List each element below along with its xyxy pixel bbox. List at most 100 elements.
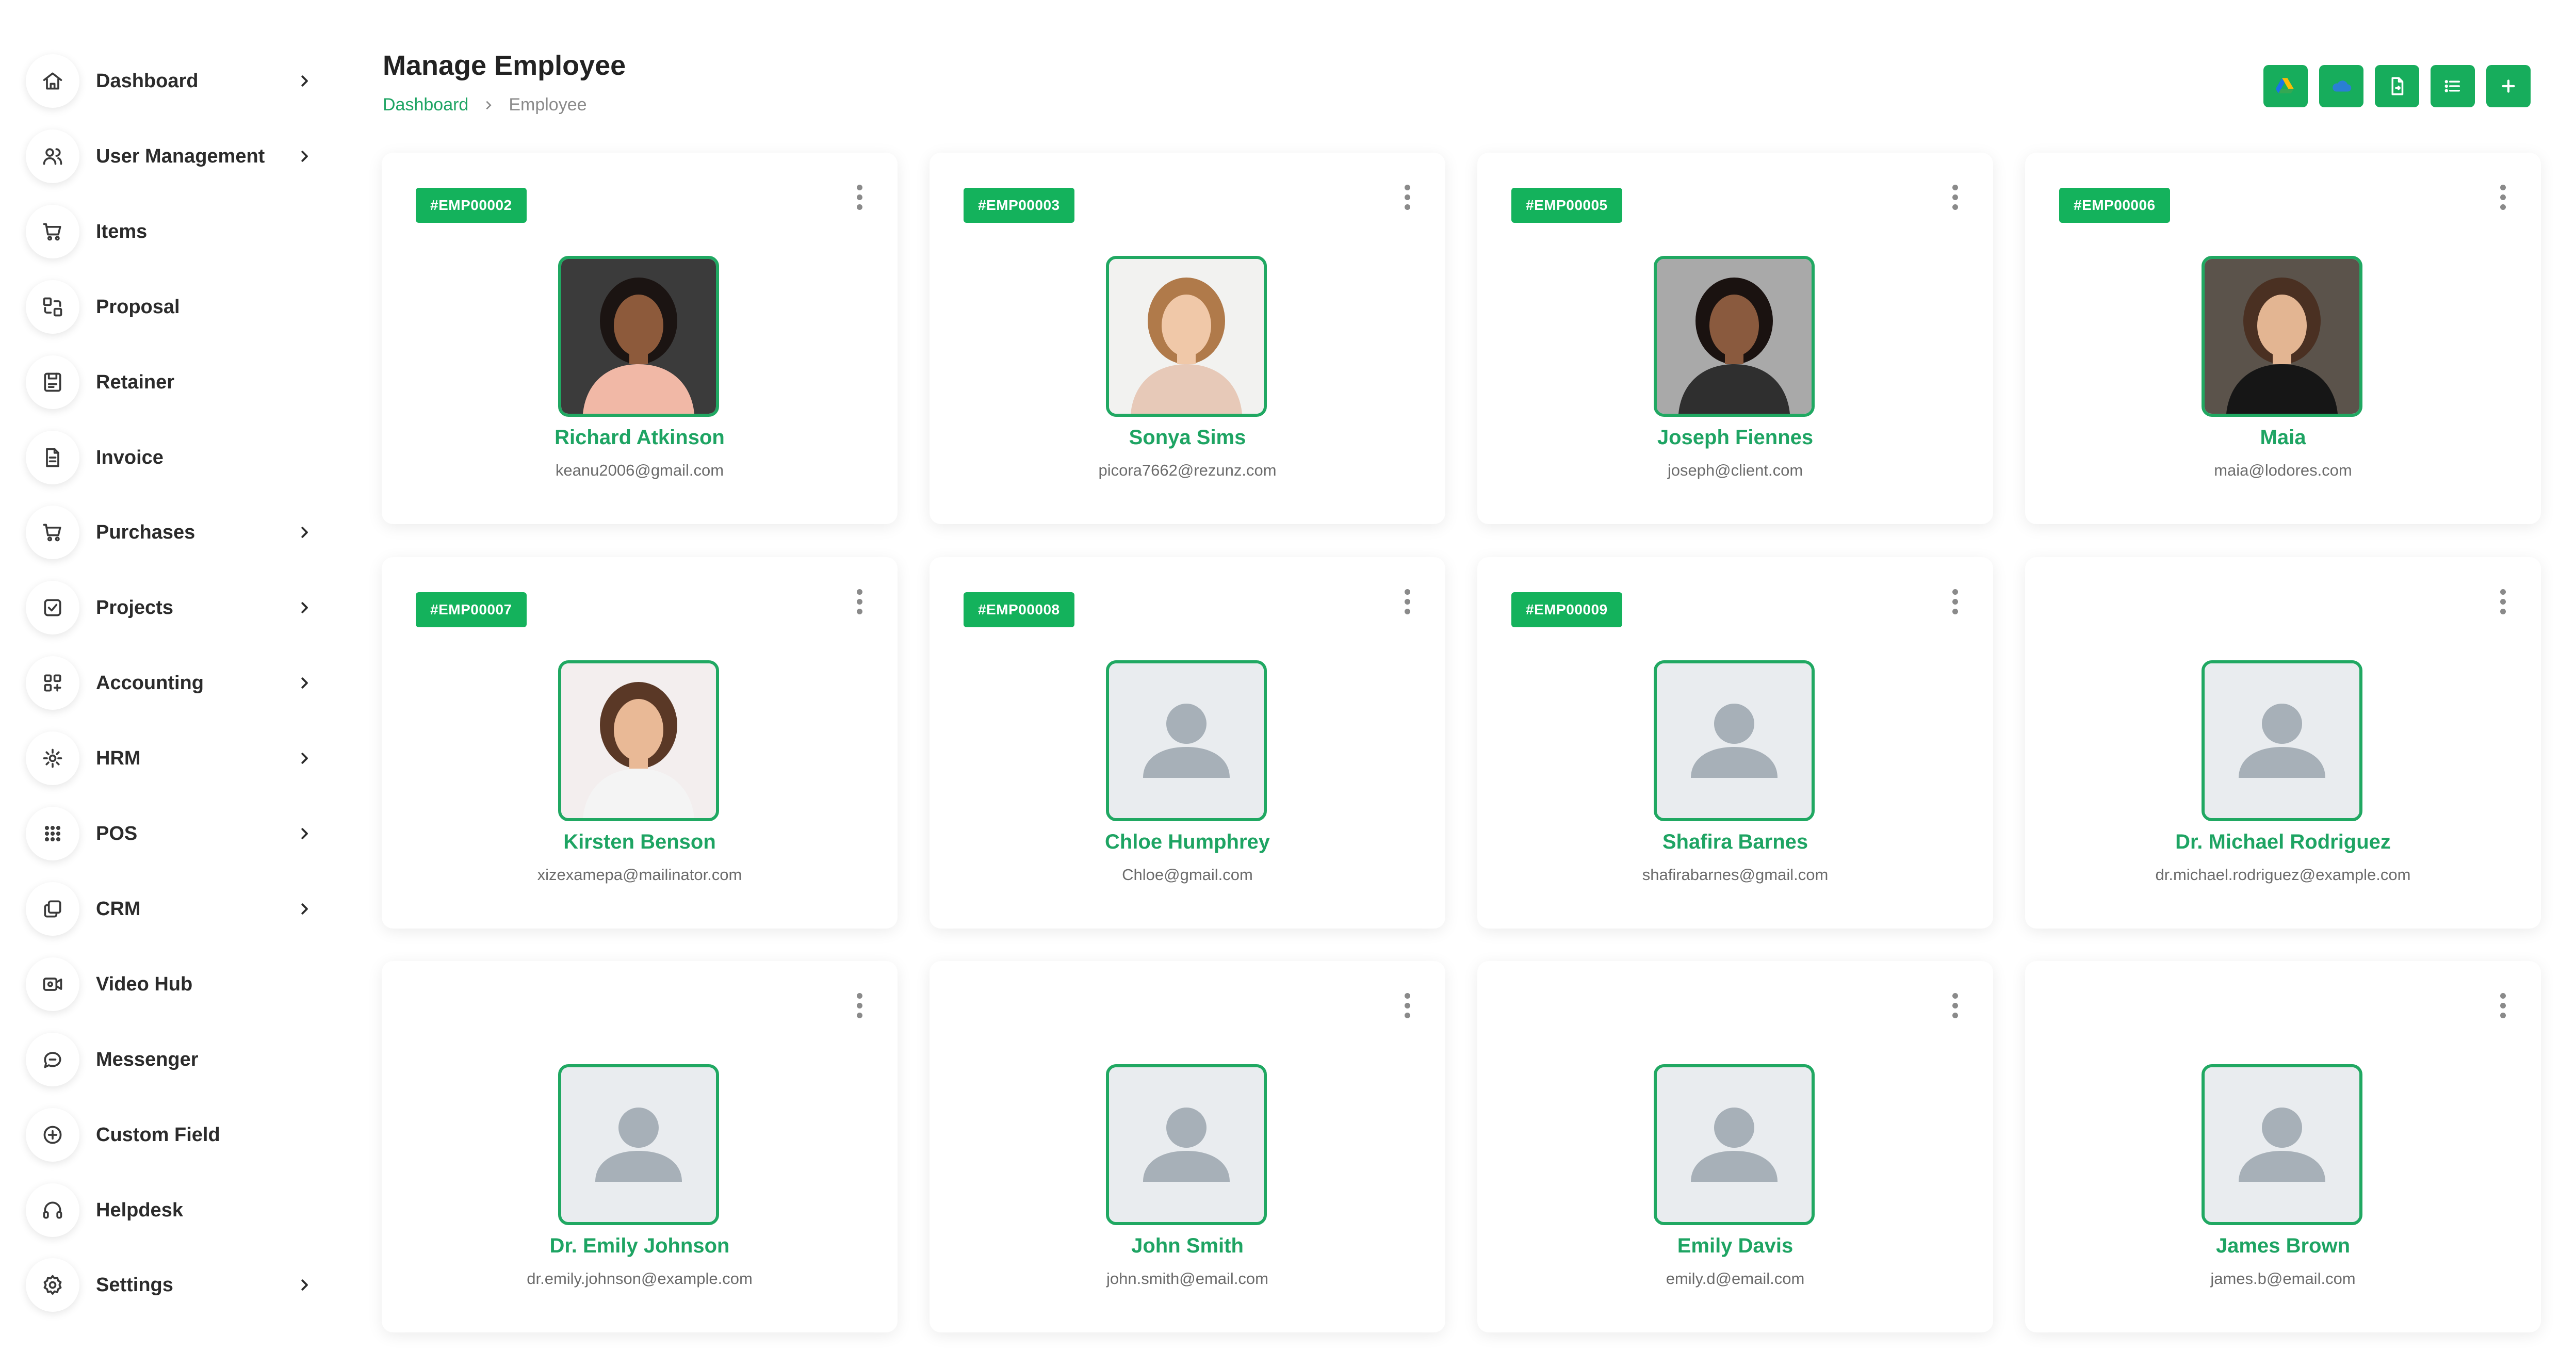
employee-name[interactable]: Shafira Barnes — [1477, 831, 1993, 854]
onedrive-button[interactable] — [2319, 65, 2363, 107]
chevron-right-icon[interactable] — [294, 71, 315, 91]
chevron-right-icon[interactable] — [294, 146, 315, 167]
employee-name[interactable]: Dr. Michael Rodriguez — [2025, 831, 2541, 854]
sidebar-item-label: POS — [96, 822, 138, 844]
sidebar-item-retainer[interactable]: Retainer — [26, 354, 315, 411]
chevron-right-icon[interactable] — [294, 748, 315, 769]
headset-icon — [26, 1183, 79, 1237]
chat-icon — [26, 1033, 79, 1086]
list-view-button[interactable] — [2431, 65, 2475, 107]
sidebar-item-dashboard[interactable]: Dashboard — [26, 53, 315, 109]
employee-id-badge[interactable]: #EMP00002 — [416, 188, 527, 223]
employee-card[interactable]: #EMP00007 Kirsten Benson xizexamepa@mailin… — [382, 557, 898, 929]
toolbar-actions — [2263, 65, 2531, 107]
employee-card[interactable]: Dr. Michael Rodriguez dr.michael.rodrigue… — [2025, 557, 2541, 929]
export-button[interactable] — [2375, 65, 2419, 107]
employee-name[interactable]: Joseph Fiennes — [1477, 426, 1993, 449]
more-options-icon[interactable] — [1397, 586, 1417, 617]
sidebar-item-purchases[interactable]: Purchases — [26, 504, 315, 561]
employee-name[interactable]: Sonya Sims — [930, 426, 1445, 449]
employee-card[interactable]: #EMP00006 Maia maia@lodores.com — [2025, 153, 2541, 524]
list-view-icon — [2444, 80, 2460, 92]
employee-card[interactable]: #EMP00002 Richard Atkinson keanu2006@gmail… — [382, 153, 898, 524]
more-options-icon[interactable] — [849, 182, 870, 213]
sidebar-item-crm[interactable]: CRM — [26, 881, 315, 937]
employee-card[interactable]: #EMP00008 Chloe Humphrey Chloe@gmail.com — [930, 557, 1445, 929]
employee-name[interactable]: Dr. Emily Johnson — [382, 1234, 898, 1258]
employee-photo — [561, 663, 716, 818]
employee-card[interactable]: Emily Davis emily.d@email.com — [1477, 961, 1993, 1332]
employee-card[interactable]: James Brown james.b@email.com — [2025, 961, 2541, 1332]
video-icon — [26, 957, 79, 1011]
chevron-right-icon[interactable] — [294, 597, 315, 618]
employee-card[interactable]: Dr. Emily Johnson dr.emily.johnson@exampl… — [382, 961, 898, 1332]
sidebar-item-hrm[interactable]: HRM — [26, 730, 315, 787]
employee-avatar — [1654, 660, 1815, 821]
sidebar-item-pos[interactable]: POS — [26, 805, 315, 862]
employee-photo — [2205, 259, 2359, 414]
more-options-icon[interactable] — [849, 990, 870, 1021]
chevron-right-icon[interactable] — [294, 673, 315, 693]
employee-id-badge[interactable]: #EMP00003 — [964, 188, 1074, 223]
chevron-right-icon — [483, 100, 494, 111]
sidebar-item-messenger[interactable]: Messenger — [26, 1031, 315, 1088]
home-icon — [26, 54, 79, 108]
more-options-icon[interactable] — [849, 586, 870, 617]
employee-card[interactable]: #EMP00005 Joseph Fiennes joseph@client.com — [1477, 153, 1993, 524]
breadcrumb: Dashboard Employee — [383, 95, 587, 115]
sidebar-item-video-hub[interactable]: Video Hub — [26, 956, 315, 1013]
sidebar-item-accounting[interactable]: Accounting — [26, 655, 315, 711]
employee-email: john.smith@email.com — [1106, 1270, 1268, 1288]
employee-email: dr.michael.rodriguez@example.com — [2155, 866, 2411, 884]
employee-name[interactable]: John Smith — [930, 1234, 1445, 1258]
sidebar-item-label: Retainer — [96, 371, 175, 393]
employee-id-badge[interactable]: #EMP00005 — [1511, 188, 1622, 223]
sidebar-item-helpdesk[interactable]: Helpdesk — [26, 1182, 315, 1239]
sidebar-item-projects[interactable]: Projects — [26, 579, 315, 636]
more-options-icon[interactable] — [1945, 182, 1965, 213]
checkbox-icon — [26, 581, 79, 634]
more-options-icon[interactable] — [2492, 182, 2513, 213]
employee-id-badge[interactable]: #EMP00008 — [964, 592, 1074, 627]
employee-email: james.b@email.com — [2210, 1270, 2356, 1288]
employee-avatar — [1106, 1064, 1267, 1225]
more-options-icon[interactable] — [1945, 586, 1965, 617]
employee-email: picora7662@rezunz.com — [1098, 461, 1277, 479]
employee-card[interactable]: John Smith john.smith@email.com — [930, 961, 1445, 1332]
employee-id-badge[interactable]: #EMP00006 — [2059, 188, 2170, 223]
sidebar-item-settings[interactable]: Settings — [26, 1257, 315, 1313]
more-options-icon[interactable] — [1945, 990, 1965, 1021]
more-options-icon[interactable] — [2492, 586, 2513, 617]
sidebar-item-items[interactable]: Items — [26, 203, 315, 260]
sidebar-item-invoice[interactable]: Invoice — [26, 429, 315, 486]
more-options-icon[interactable] — [2492, 990, 2513, 1021]
chevron-right-icon[interactable] — [294, 1275, 315, 1295]
employee-name[interactable]: James Brown — [2025, 1234, 2541, 1258]
employee-id-badge[interactable]: #EMP00007 — [416, 592, 527, 627]
employee-photo — [1657, 259, 1812, 414]
employee-name[interactable]: Kirsten Benson — [382, 831, 898, 854]
more-options-icon[interactable] — [1397, 182, 1417, 213]
google-drive-button[interactable] — [2263, 65, 2308, 107]
add-employee-button[interactable] — [2486, 65, 2531, 107]
retainer-icon — [26, 355, 79, 409]
employee-card[interactable]: #EMP00009 Shafira Barnes shafirabarnes@gma… — [1477, 557, 1993, 929]
chevron-right-icon[interactable] — [294, 823, 315, 844]
employee-name[interactable]: Emily Davis — [1477, 1234, 1993, 1258]
invoice-icon — [26, 431, 79, 484]
breadcrumb-dashboard-link[interactable]: Dashboard — [383, 95, 468, 115]
chevron-right-icon[interactable] — [294, 522, 315, 543]
sidebar-item-user-management[interactable]: User Management — [26, 128, 315, 185]
employee-name[interactable]: Chloe Humphrey — [930, 831, 1445, 854]
employee-name[interactable]: Richard Atkinson — [382, 426, 898, 449]
chevron-right-icon[interactable] — [294, 899, 315, 919]
employee-avatar — [2202, 1064, 2362, 1225]
cart-icon — [26, 205, 79, 258]
sidebar-item-custom-field[interactable]: Custom Field — [26, 1106, 315, 1163]
employee-card[interactable]: #EMP00003 Sonya Sims picora7662@rezunz.com — [930, 153, 1445, 524]
employee-photo — [1109, 259, 1264, 414]
sidebar-item-proposal[interactable]: Proposal — [26, 279, 315, 335]
employee-name[interactable]: Maia — [2025, 426, 2541, 449]
employee-id-badge[interactable]: #EMP00009 — [1511, 592, 1622, 627]
more-options-icon[interactable] — [1397, 990, 1417, 1021]
